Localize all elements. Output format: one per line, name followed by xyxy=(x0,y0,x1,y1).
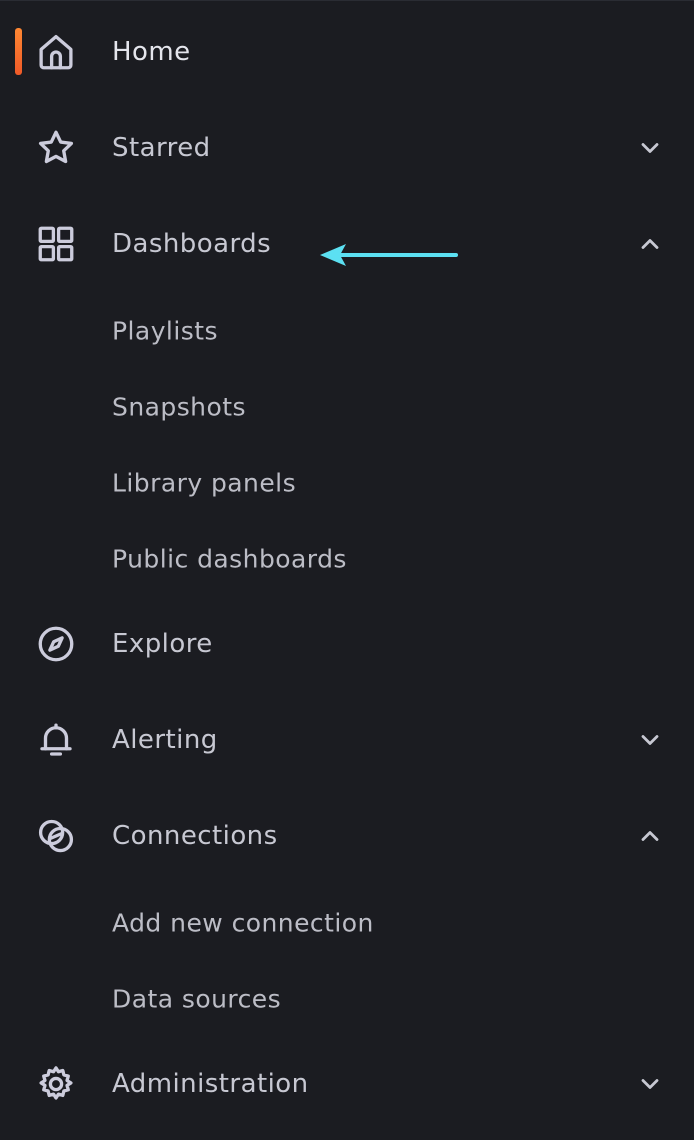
nav-item-alerting[interactable]: Alerting xyxy=(0,702,694,778)
chevron-down-icon[interactable] xyxy=(634,132,666,164)
gear-icon xyxy=(33,1061,79,1107)
compass-icon xyxy=(33,621,79,667)
nav-item-label: Connections xyxy=(112,821,278,851)
nav-subitem-playlists[interactable]: Playlists xyxy=(0,301,694,361)
active-indicator xyxy=(15,28,22,75)
nav-item-label: Starred xyxy=(112,133,211,163)
nav-item-administration[interactable]: Administration xyxy=(0,1046,694,1122)
chevron-down-icon[interactable] xyxy=(634,724,666,756)
nav-item-label: Administration xyxy=(112,1069,309,1099)
nav-item-starred[interactable]: Starred xyxy=(0,110,694,186)
nav-item-connections[interactable]: Connections xyxy=(0,798,694,874)
nav-item-label: Home xyxy=(112,37,191,67)
nav-item-label: Dashboards xyxy=(112,229,272,259)
nav-item-home[interactable]: Home xyxy=(0,14,694,90)
nav-subitem-label: Snapshots xyxy=(112,392,246,422)
nav-subitem-label: Playlists xyxy=(112,316,218,346)
nav-subitem-snapshots[interactable]: Snapshots xyxy=(0,377,694,437)
annotation-arrow xyxy=(320,244,458,266)
chevron-up-icon[interactable] xyxy=(634,820,666,852)
nav-item-label: Explore xyxy=(112,629,213,659)
nav-subitem-public-dashboards[interactable]: Public dashboards xyxy=(0,529,694,589)
home-icon xyxy=(33,29,79,75)
chevron-up-icon[interactable] xyxy=(634,228,666,260)
bell-icon xyxy=(33,717,79,763)
nav-subitem-add-new-connection[interactable]: Add new connection xyxy=(0,893,694,953)
nav-subitem-label: Add new connection xyxy=(112,908,374,938)
nav-subitem-library-panels[interactable]: Library panels xyxy=(0,453,694,513)
nav-item-label: Alerting xyxy=(112,725,218,755)
nav-subitem-data-sources[interactable]: Data sources xyxy=(0,969,694,1029)
connections-icon xyxy=(33,813,79,859)
sidebar-nav: Home Starred Dashboards Playlists Snapsh… xyxy=(0,0,694,1140)
chevron-down-icon[interactable] xyxy=(634,1068,666,1100)
nav-subitem-label: Data sources xyxy=(112,984,282,1014)
grid-icon xyxy=(33,221,79,267)
nav-subitem-label: Public dashboards xyxy=(112,544,347,574)
nav-item-explore[interactable]: Explore xyxy=(0,606,694,682)
nav-subitem-label: Library panels xyxy=(112,468,297,498)
star-icon xyxy=(33,125,79,171)
